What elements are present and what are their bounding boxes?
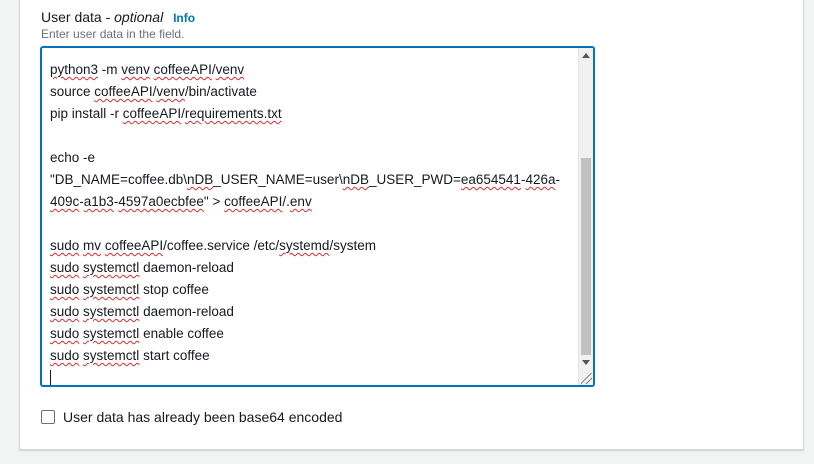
text-segment: -m [98,62,122,77]
misspelled-word: nDB [342,172,369,187]
textarea-line [50,213,580,235]
textarea-line: 409c-a1b3-4597a0ecbfee" > coffeeAPI/.env [50,191,580,213]
base64-checkbox-label[interactable]: User data has already been base64 encode… [63,409,342,425]
misspelled-word: coffeeAPI [224,194,283,209]
misspelled-word: env [289,194,312,209]
misspelled-word: coffeeAPI [94,84,153,99]
textarea-line: source coffeeAPI/venv/bin/activate [50,81,580,103]
misspelled-word: systemctl [83,348,140,363]
base64-checkbox-row[interactable]: User data has already been base64 encode… [41,409,342,425]
textarea-line: sudo systemctl start coffee [50,345,580,367]
textarea-line: python3 -m venv coffeeAPI/venv [50,59,580,81]
textarea-line: pip install -r coffeeAPI/requirements.tx… [50,103,580,125]
misspelled-word: 426a [525,172,556,187]
misspelled-word: ea654541 [460,172,521,187]
text-segment: _USER_NAME=user\ [213,172,343,187]
misspelled-word: a1b3 [83,194,114,209]
text-segment: daemon-reload [139,304,234,319]
text-segment: /system [329,238,376,253]
user-data-label-text: User data - [41,9,115,25]
misspelled-word: requirements.txt [184,106,282,121]
textarea-line: sudo systemctl daemon-reload [50,257,580,279]
scroll-up-icon[interactable] [582,53,590,58]
misspelled-word: sudo [50,238,80,253]
misspelled-word: sudo [50,326,80,341]
text-segment: start coffee [139,348,210,363]
misspelled-word: venv [156,84,185,99]
textarea-line: sudo systemctl stop coffee [50,279,580,301]
scroll-down-icon[interactable] [582,360,590,365]
user-data-text[interactable]: python3 -m venv coffeeAPI/venv source cof… [50,59,580,385]
text-segment: _USER_PWD= [368,172,461,187]
misspelled-word: nDB [187,172,214,187]
text-segment: echo -e [50,150,96,165]
text-caret [50,369,51,385]
text-segment: enable coffee [139,326,224,341]
misspelled-word: 409c [50,194,80,209]
misspelled-word: systemctl [83,304,140,319]
user-data-textarea[interactable]: python3 -m venv coffeeAPI/venv source cof… [41,47,594,386]
user-data-label: User data - optional Info [41,9,195,26]
misspelled-word: sudo [50,304,80,319]
misspelled-word: systemctl [83,282,140,297]
resize-grip-icon[interactable] [581,373,592,384]
misspelled-word: systemd [279,238,330,253]
text-segment: pip install -r [50,106,123,121]
user-data-panel: User data - optional Info Enter user dat… [19,0,804,450]
textarea-caret-line [50,367,580,385]
misspelled-word: python3 [50,62,99,77]
textarea-line: sudo systemctl enable coffee [50,323,580,345]
misspelled-word: venv [215,62,245,77]
misspelled-word: 4597a0ecbfee [118,194,204,209]
textarea-line: sudo mv coffeeAPI/coffee.service /etc/sy… [50,235,580,257]
misspelled-word: mv [83,238,102,253]
info-link[interactable]: Info [173,11,195,25]
text-segment: /coffee.service /etc/ [163,238,280,253]
misspelled-word: sudo [50,282,80,297]
optional-label: optional [114,9,164,25]
text-segment: " > [203,194,225,209]
misspelled-word: coffeeAPI [104,238,164,253]
misspelled-word: systemctl [83,260,140,275]
base64-checkbox[interactable] [41,410,55,424]
text-segment: "DB_NAME=coffee.db\ [50,172,187,187]
textarea-line: echo -e [50,147,580,169]
text-segment: daemon-reload [139,260,234,275]
misspelled-word: coffeeAPI [153,62,212,77]
misspelled-word: sudo [50,260,80,275]
text-segment: stop coffee [139,282,209,297]
user-data-hint: Enter user data in the field. [41,27,185,41]
text-segment: /. [282,194,290,209]
text-segment: /bin/activate [184,84,257,99]
text-segment: source [50,84,95,99]
textarea-line: sudo systemctl daemon-reload [50,301,580,323]
scrollbar-thumb[interactable] [581,158,591,355]
misspelled-word: coffeeAPI [122,106,182,121]
textarea-line: "DB_NAME=coffee.db\nDB_USER_NAME=user\nD… [50,169,580,191]
text-segment: - [555,172,561,187]
textarea-line [50,125,580,147]
misspelled-word: systemctl [83,326,140,341]
misspelled-word: sudo [50,348,80,363]
misspelled-word: venv [121,62,150,77]
textarea-scrollbar[interactable] [578,48,593,385]
